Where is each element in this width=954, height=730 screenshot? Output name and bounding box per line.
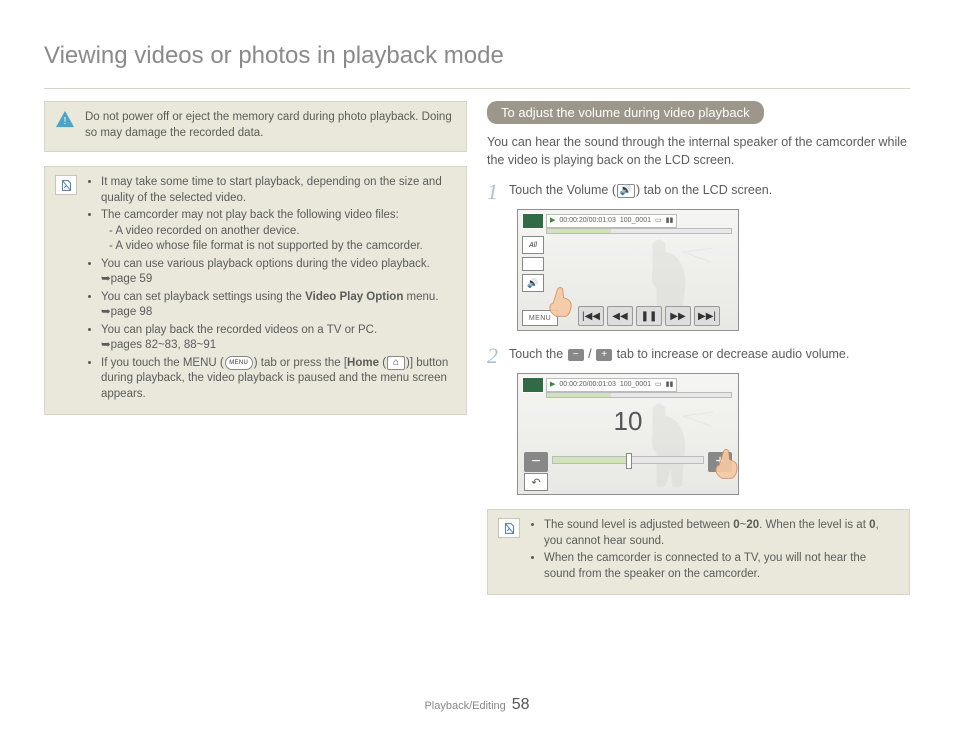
touch-hand-icon — [710, 446, 744, 480]
sub-note: - A video recorded on another device. — [101, 224, 456, 240]
page-title: Viewing videos or photos in playback mod… — [44, 42, 910, 70]
page-footer: Playback/Editing58 — [0, 696, 954, 714]
volume-down-button[interactable]: − — [524, 452, 548, 472]
rew-button[interactable]: ◀◀ — [607, 306, 633, 326]
right-column: To adjust the volume during video playba… — [487, 101, 910, 609]
next-button[interactable]: ▶▶| — [694, 306, 720, 326]
step-2: 2 Touch the − / + tab to increase or dec… — [487, 345, 910, 367]
fwd-button[interactable]: ▶▶ — [665, 306, 691, 326]
home-icon: ⌂ — [387, 356, 405, 370]
warning-icon: ! — [55, 110, 75, 128]
note-item: You can play back the recorded videos on… — [101, 323, 456, 354]
all-icon: All — [522, 236, 544, 254]
step-number: 2 — [487, 345, 509, 367]
touch-hand-icon — [544, 284, 578, 318]
note-item: You can use various playback options dur… — [101, 257, 456, 288]
section-intro: You can hear the sound through the inter… — [487, 134, 910, 169]
step-1: 1 Touch the Volume (🔊) tab on the LCD sc… — [487, 181, 910, 203]
menu-icon: MENU — [225, 356, 253, 370]
note-item: If you touch the MENU (MENU) tab or pres… — [101, 356, 456, 403]
card-icon: ▭ — [655, 379, 662, 391]
volume-level: 10 — [518, 406, 738, 437]
note-item: The sound level is adjusted between 0~20… — [544, 518, 899, 549]
volume-slider[interactable] — [552, 456, 704, 464]
prev-button[interactable]: |◀◀ — [578, 306, 604, 326]
thumbnail-icon — [522, 377, 544, 393]
back-button[interactable]: ↶ — [524, 473, 548, 491]
step-number: 1 — [487, 181, 509, 203]
note-item: It may take some time to start playback,… — [101, 175, 456, 206]
lcd-screenshot-2: ▶ 00:00:20/00:01:03 100_0001 ▭ ▮▮ 10 − +… — [517, 373, 739, 495]
battery-icon: ▮▮ — [666, 379, 674, 391]
notes-box-right: The sound level is adjusted between 0~20… — [487, 509, 910, 595]
note-icon — [55, 175, 77, 195]
sub-note: - A video whose file format is not suppo… — [101, 239, 456, 255]
section-heading: To adjust the volume during video playba… — [487, 101, 764, 124]
note-item: The camcorder may not play back the foll… — [101, 208, 456, 255]
thumbnail-icon — [522, 213, 544, 229]
volume-icon: 🔊 — [617, 184, 635, 198]
left-column: ! Do not power off or eject the memory c… — [44, 101, 467, 609]
volume-button[interactable]: 🔊 — [522, 274, 544, 292]
warning-text: Do not power off or eject the memory car… — [85, 110, 456, 141]
note-item: You can set playback settings using the … — [101, 290, 456, 321]
divider — [44, 88, 910, 89]
pause-button[interactable]: ❚❚ — [636, 306, 662, 326]
status-bar: ▶ 00:00:20/00:01:03 100_0001 ▭ ▮▮ — [546, 214, 677, 228]
warning-box: ! Do not power off or eject the memory c… — [44, 101, 467, 152]
status-bar: ▶ 00:00:20/00:01:03 100_0001 ▭ ▮▮ — [546, 378, 677, 392]
notes-box-left: It may take some time to start playback,… — [44, 166, 467, 415]
card-icon: ▭ — [655, 215, 662, 227]
svg-text:!: ! — [64, 116, 67, 127]
plus-icon: + — [596, 349, 612, 361]
lcd-screenshot-1: ▶ 00:00:20/00:01:03 100_0001 ▭ ▮▮ All 🔊 — [517, 209, 739, 331]
sd-icon — [522, 257, 544, 271]
battery-icon: ▮▮ — [666, 215, 674, 227]
minus-icon: − — [568, 349, 584, 361]
note-icon — [498, 518, 520, 538]
note-item: When the camcorder is connected to a TV,… — [544, 551, 899, 582]
